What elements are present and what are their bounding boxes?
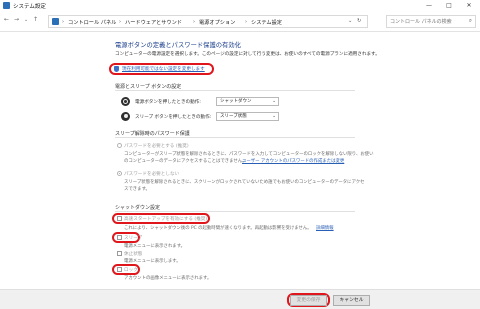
maximize-button[interactable]: □	[440, 0, 458, 12]
save-changes-button[interactable]: 変更の保存	[290, 295, 327, 306]
window-title: システム設定	[13, 4, 46, 10]
more-info-link[interactable]: 詳細情報	[316, 225, 334, 231]
footer-bar: 変更の保存 キャンセル	[0, 289, 480, 309]
address-dropdown-icon[interactable]: ⌄	[348, 18, 352, 24]
control-panel-icon	[52, 18, 59, 25]
up-arrow-icon[interactable]: ↑	[33, 16, 38, 23]
close-button[interactable]: ✕	[460, 0, 478, 12]
breadcrumb-control-panel[interactable]: コントロール パネル	[68, 19, 116, 26]
change-unavailable-settings-link[interactable]: 現在利用可能ではない設定を変更します	[122, 66, 205, 72]
require-password-desc-2: のコンピューターのデータにアクセスすることはできません。	[124, 159, 247, 164]
app-icon	[3, 2, 10, 9]
sleep-desc: 電源メニューに表示されます。	[124, 244, 186, 249]
page-description: コンピューターの電源設定を選択します。このページの設定に対して行う変更は、お使い…	[115, 52, 380, 57]
breadcrumb-hardware-sound[interactable]: ハードウェアとサウンド	[125, 19, 182, 26]
require-password-radio[interactable]	[117, 143, 122, 148]
sleep-button-action-select[interactable]: スリープ状態 ⌄	[216, 112, 279, 121]
breadcrumb-system-settings[interactable]: システム設定	[251, 19, 282, 26]
history-chevron-icon[interactable]: ⌄	[24, 17, 28, 23]
sleep-button-label: スリープ ボタンを押したときの動作:	[135, 115, 212, 120]
minimize-button[interactable]: —	[420, 0, 438, 12]
chevron-down-icon: ⌄	[272, 114, 276, 119]
uac-shield-icon	[114, 66, 119, 72]
lock-desc: アカウントの画像メニューに表示されます。	[124, 276, 212, 281]
password-section-divider	[115, 137, 355, 138]
power-button-action-value: シャットダウン	[220, 99, 252, 104]
fast-startup-label: 高速スタートアップを有効にする (推奨)	[124, 217, 208, 222]
hibernate-label: 休止状態	[124, 252, 143, 257]
fast-startup-desc: これにより、シャットダウン後の PC の起動時間が速くなります。再起動は影響を受…	[124, 226, 312, 231]
search-box[interactable]: ⌕	[386, 15, 476, 28]
require-password-label: パスワードを必要とする (推奨)	[124, 144, 189, 149]
power-button-action-select[interactable]: シャットダウン ⌄	[216, 97, 279, 106]
no-password-desc: スリープ状態を解除されるときに、スクリーンがロックされていないため誰でもお使いの…	[124, 180, 365, 185]
breadcrumb-separator: ›	[62, 19, 64, 25]
password-section-title: スリープ解除時のパスワード保護	[115, 131, 190, 137]
sleep-button-icon	[121, 112, 130, 121]
sleep-label: スリープ	[124, 236, 143, 241]
lock-checkbox[interactable]	[117, 267, 122, 272]
shutdown-section-title: シャットダウン設定	[115, 205, 161, 211]
no-password-radio[interactable]	[117, 171, 122, 176]
breadcrumb-power-options[interactable]: 電源オプション	[199, 19, 235, 26]
sleep-button-action-value: スリープ状態	[220, 114, 247, 119]
cancel-button[interactable]: キャンセル	[333, 295, 370, 306]
no-password-label: パスワードを必要としない	[124, 172, 180, 177]
fast-startup-checkbox[interactable]	[117, 216, 122, 221]
breadcrumb-separator: ›	[193, 19, 195, 25]
address-path[interactable]: › コントロール パネル › ハードウェアとサウンド › 電源オプション › シ…	[48, 15, 368, 28]
power-section-title: 電源とスリープ ボタンの設定	[115, 84, 182, 90]
lock-label: ロック	[124, 268, 138, 273]
power-button-icon	[121, 97, 130, 106]
forward-arrow-icon[interactable]: →	[14, 16, 19, 23]
hibernate-checkbox[interactable]	[117, 251, 122, 256]
sleep-checkbox[interactable]	[117, 235, 122, 240]
breadcrumb-separator: ›	[119, 19, 121, 25]
chevron-down-icon: ⌄	[272, 99, 276, 104]
breadcrumb-separator: ›	[245, 19, 247, 25]
search-icon[interactable]: ⌕	[469, 18, 472, 25]
shutdown-section-divider	[115, 211, 355, 212]
power-section-divider	[115, 90, 355, 91]
address-bar: ← → ⌄ ↑ › コントロール パネル › ハードウェアとサウンド › 電源オ…	[0, 12, 480, 32]
no-password-desc-2: スできます。	[124, 187, 150, 192]
require-password-desc: コンピューターがスリープ状態を解除されるときに、パスワードを入力してコンピュータ…	[124, 152, 374, 157]
create-password-link[interactable]: ユーザー アカウントのパスワードの作成または変更	[242, 158, 344, 164]
power-button-label: 電源ボタンを押したときの動作:	[135, 100, 201, 105]
search-input[interactable]	[387, 16, 467, 28]
refresh-icon[interactable]: ↻	[357, 18, 361, 24]
page-title: 電源ボタンの定義とパスワード保護の有効化	[115, 42, 241, 49]
back-arrow-icon[interactable]: ←	[4, 16, 9, 23]
